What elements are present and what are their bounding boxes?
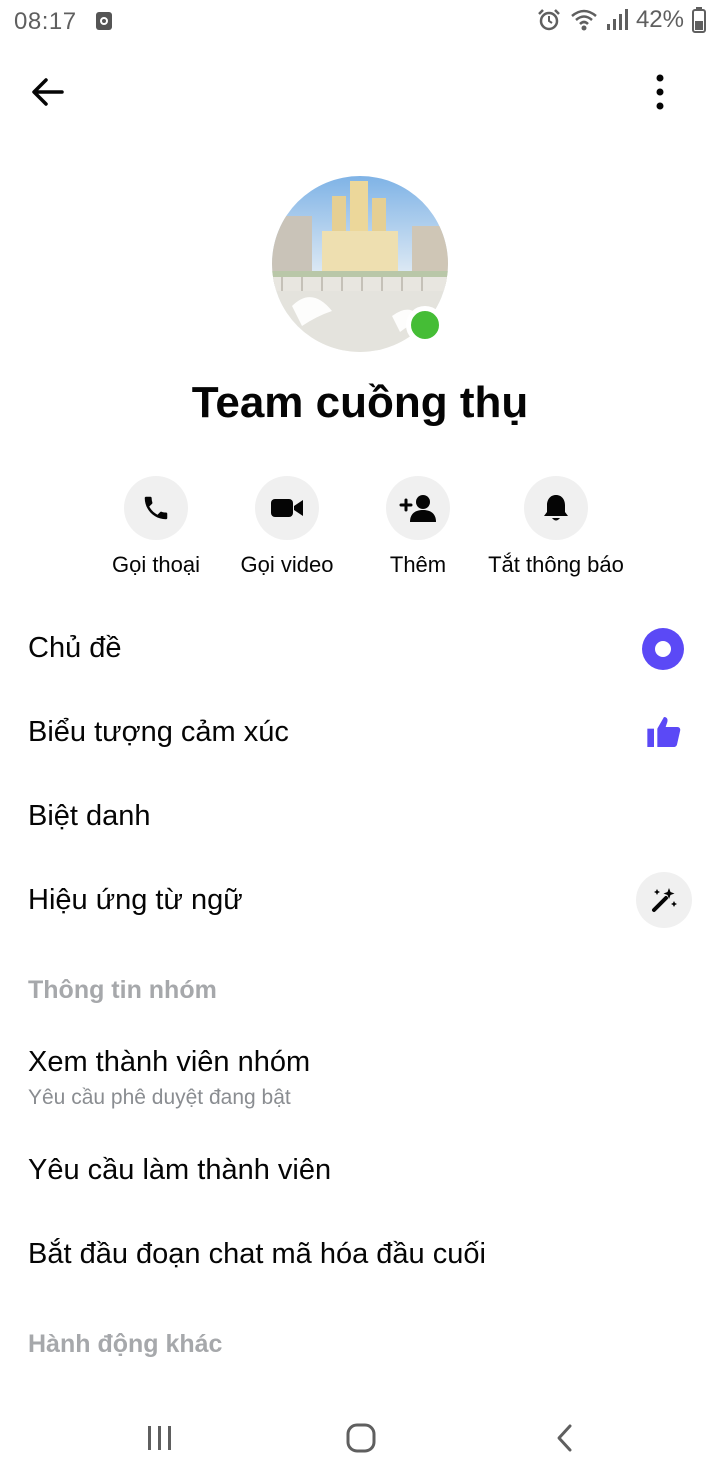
call-button-circle[interactable] (124, 476, 188, 540)
system-nav-bar (0, 1396, 720, 1480)
more-options-button[interactable] (640, 68, 680, 116)
nicknames-row[interactable]: Biệt danh (0, 776, 720, 860)
video-call-button[interactable]: Gọi video (227, 476, 347, 578)
other-actions-header: Hành động khác (28, 1330, 223, 1358)
add-person-icon (399, 495, 436, 522)
recents-button[interactable] (130, 1418, 190, 1458)
video-camera-icon (271, 499, 303, 517)
arrow-left-icon (32, 78, 64, 106)
add-member-label: Thêm (389, 552, 447, 577)
video-call-label: Gọi video (240, 552, 334, 577)
online-status-dot (406, 306, 444, 344)
theme-label: Chủ đề (28, 632, 122, 664)
call-label: Gọi thoại (111, 552, 201, 577)
mute-button[interactable]: Tắt thông báo (476, 476, 636, 578)
nav-back-icon (557, 1424, 572, 1452)
clock-app-icon (96, 12, 112, 30)
view-members-label: Xem thành viên nhóm (28, 1046, 311, 1078)
mute-label: Tắt thông báo (488, 552, 624, 577)
thumbs-up-icon (647, 717, 681, 747)
status-icons: 42% (536, 6, 706, 34)
alarm-icon (538, 9, 560, 31)
wifi-icon (571, 9, 597, 31)
nav-back-button[interactable] (534, 1418, 594, 1458)
recents-icon (148, 1426, 171, 1450)
add-member-button[interactable]: Thêm (358, 476, 478, 578)
theme-color-icon (642, 628, 684, 670)
group-name: Team cuồng thụ (191, 378, 529, 427)
nicknames-label: Biệt danh (28, 800, 151, 832)
theme-row[interactable]: Chủ đề (0, 608, 720, 692)
e2ee-chat-label: Bắt đầu đoạn chat mã hóa đầu cuối (28, 1238, 486, 1270)
top-bar (0, 56, 720, 128)
home-icon (346, 1423, 376, 1453)
call-button[interactable]: Gọi thoại (96, 476, 216, 578)
video-call-button-circle[interactable] (255, 476, 319, 540)
mute-button-circle[interactable] (524, 476, 588, 540)
emoji-row[interactable]: Biểu tượng cảm xúc (0, 692, 720, 776)
status-time: 08:17 (14, 8, 77, 35)
word-effects-label: Hiệu ứng từ ngữ (28, 884, 243, 916)
e2ee-chat-row[interactable]: Bắt đầu đoạn chat mã hóa đầu cuối (0, 1214, 720, 1298)
battery-percent: 42% (635, 6, 684, 33)
approval-status: Yêu cầu phê duyệt đang bật (28, 1086, 291, 1109)
quick-actions: Gọi thoại Gọi video Thêm Tắt thông báo (0, 476, 720, 586)
battery-icon (692, 7, 706, 33)
member-requests-label: Yêu cầu làm thành viên (28, 1154, 332, 1186)
add-member-button-circle[interactable] (386, 476, 450, 540)
view-members-row[interactable]: Xem thành viên nhóm Yêu cầu phê duyệt đa… (0, 1028, 720, 1128)
bell-icon (544, 495, 568, 521)
signal-icon (606, 9, 628, 30)
vertical-dots-icon (656, 74, 664, 110)
home-button[interactable] (331, 1418, 391, 1458)
magic-wand-icon (636, 872, 692, 928)
back-button[interactable] (22, 68, 74, 116)
member-requests-row[interactable]: Yêu cầu làm thành viên (0, 1130, 720, 1214)
phone-icon (144, 496, 168, 520)
group-avatar[interactable] (272, 176, 448, 352)
status-bar: 08:17 42% (0, 0, 720, 44)
emoji-label: Biểu tượng cảm xúc (28, 716, 289, 748)
word-effects-row[interactable]: Hiệu ứng từ ngữ (0, 860, 720, 944)
group-info-header: Thông tin nhóm (28, 976, 217, 1004)
